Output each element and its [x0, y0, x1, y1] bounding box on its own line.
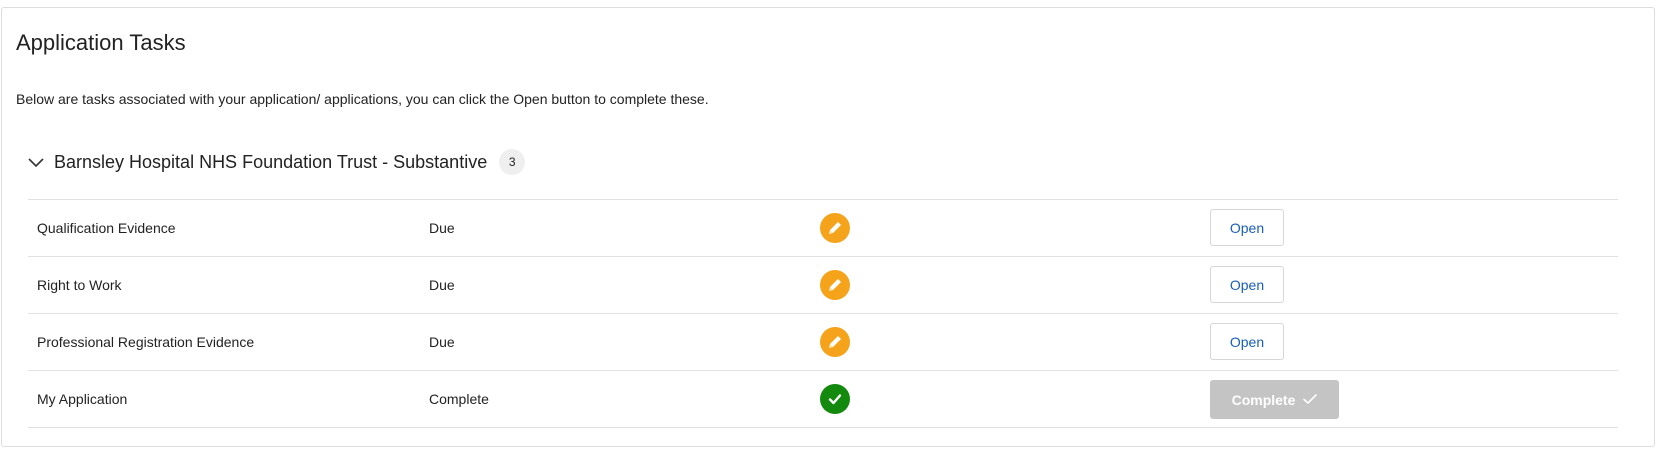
pencil-icon [820, 270, 850, 300]
task-row: My Application Complete Complete [28, 371, 1618, 428]
task-row: Right to Work Due Open [28, 257, 1618, 314]
open-button[interactable]: Open [1210, 209, 1284, 246]
page-title: Application Tasks [16, 30, 186, 55]
task-status: Due [429, 334, 455, 350]
task-name: Right to Work [37, 277, 122, 293]
complete-button: Complete [1210, 380, 1339, 419]
group-title: Barnsley Hospital NHS Foundation Trust -… [54, 152, 488, 172]
task-name: Qualification Evidence [37, 220, 176, 236]
task-name: Professional Registration Evidence [37, 334, 255, 350]
task-count-badge: 3 [499, 149, 526, 175]
open-button[interactable]: Open [1210, 323, 1284, 360]
task-status: Complete [429, 391, 489, 407]
task-status: Due [429, 277, 455, 293]
intro-text: Below are tasks associated with your app… [16, 91, 709, 107]
chevron-down-icon[interactable] [28, 154, 44, 170]
checkmark-icon [1303, 392, 1318, 408]
task-table: Qualification Evidence Due Open Right to… [28, 199, 1618, 428]
complete-button-label: Complete [1231, 391, 1296, 408]
task-status: Due [429, 220, 455, 236]
open-button[interactable]: Open [1210, 266, 1284, 303]
check-icon [820, 384, 850, 414]
task-name: My Application [37, 391, 128, 407]
pencil-icon [820, 327, 850, 357]
pencil-icon [820, 213, 850, 243]
task-row: Qualification Evidence Due Open [28, 200, 1618, 257]
task-row: Professional Registration Evidence Due O… [28, 314, 1618, 371]
group-header[interactable]: Barnsley Hospital NHS Foundation Trust -… [28, 147, 526, 177]
application-tasks-card: Application Tasks Below are tasks associ… [1, 7, 1655, 447]
